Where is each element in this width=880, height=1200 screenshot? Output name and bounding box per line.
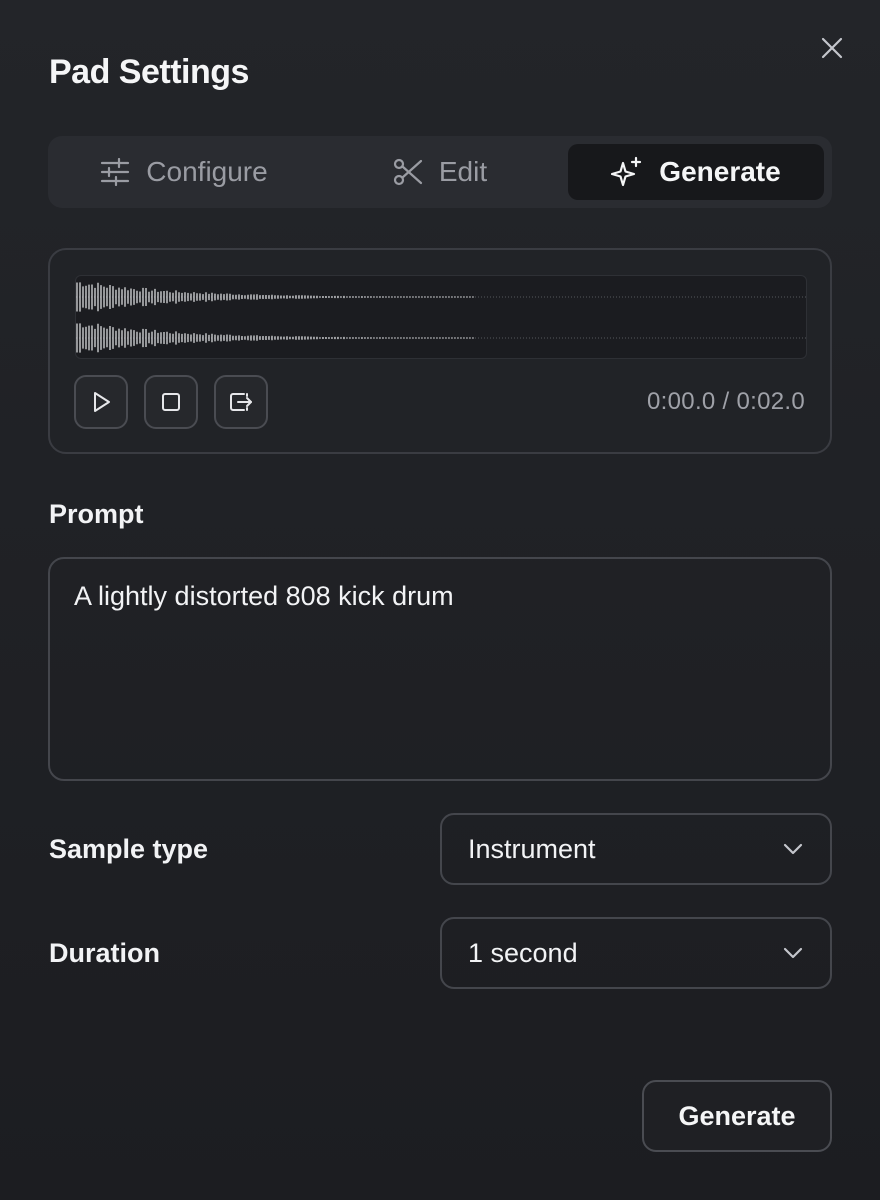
sample-type-value: Instrument	[468, 833, 596, 864]
duration-label: Duration	[49, 938, 160, 968]
tab-bar: Configure Edit Generate	[48, 136, 832, 208]
export-icon	[230, 393, 252, 411]
duration-select[interactable]: 1 second	[440, 917, 832, 989]
tab-label: Generate	[659, 156, 781, 187]
tab-label: Edit	[438, 156, 488, 187]
playback-time: 0:00.0 / 0:02.0	[647, 388, 805, 415]
chevron-down-icon	[783, 947, 803, 959]
sparkles-icon	[611, 156, 642, 187]
tab-generate[interactable]: Generate	[568, 144, 824, 200]
tab-configure[interactable]: Configure	[56, 144, 312, 200]
play-icon	[94, 392, 110, 412]
close-icon	[821, 37, 843, 59]
scissors-icon	[393, 158, 422, 186]
chevron-down-icon	[783, 843, 803, 855]
stop-button[interactable]	[144, 375, 198, 429]
sample-type-label: Sample type	[49, 834, 209, 864]
prompt-label: Prompt	[49, 499, 144, 529]
close-button[interactable]	[814, 30, 850, 66]
prompt-input[interactable]	[48, 557, 832, 781]
duration-value: 1 second	[468, 937, 578, 968]
sample-type-select[interactable]: Instrument	[440, 813, 832, 885]
tab-label: Configure	[146, 156, 268, 187]
audio-player: 0:00.0 / 0:02.0	[48, 248, 832, 454]
export-button[interactable]	[214, 375, 268, 429]
sliders-icon	[101, 158, 130, 186]
generate-button[interactable]: Generate	[642, 1080, 832, 1152]
tab-edit[interactable]: Edit	[312, 144, 568, 200]
pad-settings-dialog: Pad Settings Configure Edit Generate 0:0…	[0, 0, 880, 1200]
play-button[interactable]	[74, 375, 128, 429]
waveform[interactable]	[75, 275, 807, 359]
dialog-title: Pad Settings	[49, 53, 249, 91]
stop-icon	[162, 393, 180, 411]
